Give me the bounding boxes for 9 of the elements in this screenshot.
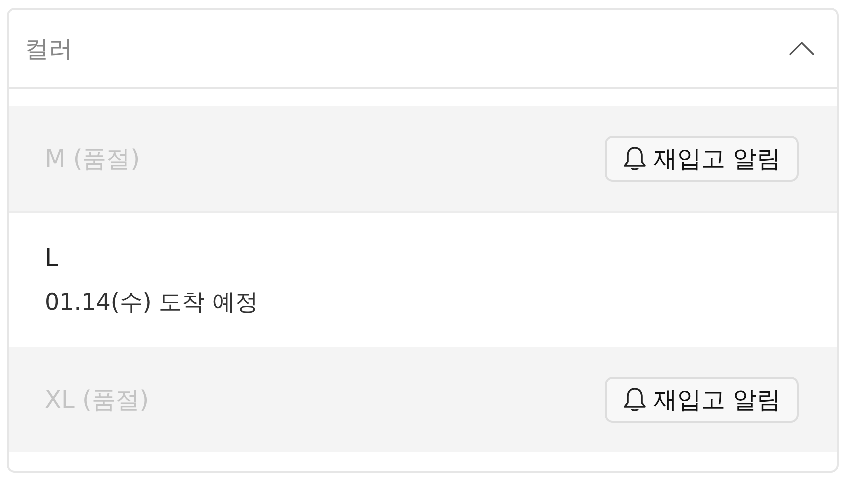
arrival-note: 01.14(수) 도착 예정 (45, 288, 260, 318)
bell-icon (623, 386, 648, 412)
restock-alert-button[interactable]: 재입고 알림 (605, 376, 799, 422)
dropdown-header[interactable]: 컬러 (9, 10, 837, 89)
option-label: L (45, 242, 60, 274)
chevron-icon[interactable] (789, 42, 815, 56)
bell-icon (623, 146, 648, 172)
dropdown-label: 컬러 (25, 34, 73, 64)
restock-alert-button[interactable]: 재입고 알림 (605, 136, 799, 182)
